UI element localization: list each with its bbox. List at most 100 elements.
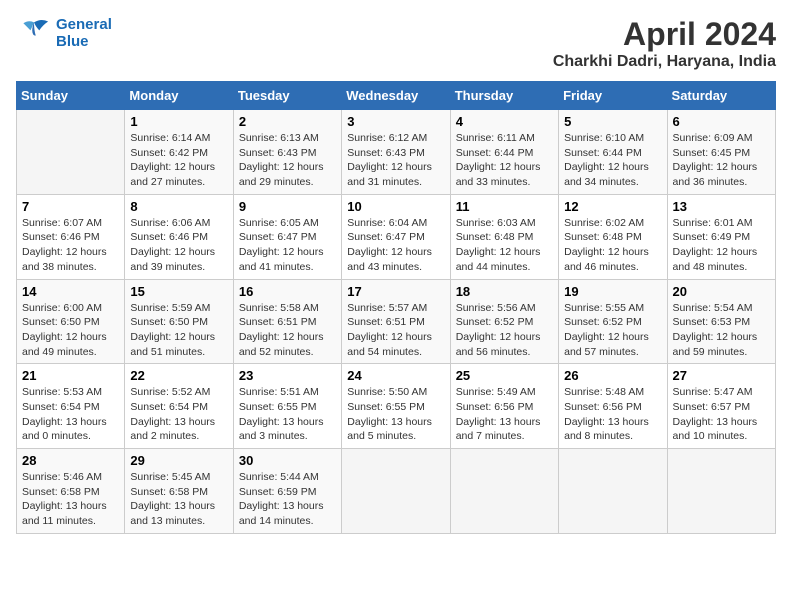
- day-cell: [450, 449, 558, 534]
- day-info: Sunrise: 5:55 AM Sunset: 6:52 PM Dayligh…: [564, 301, 661, 360]
- day-number: 6: [673, 114, 770, 129]
- day-info: Sunrise: 6:14 AM Sunset: 6:42 PM Dayligh…: [130, 131, 227, 190]
- day-cell: 26Sunrise: 5:48 AM Sunset: 6:56 PM Dayli…: [559, 364, 667, 449]
- day-cell: 5 Sunrise: 6:10 AM Sunset: 6:44 PM Daylig…: [559, 110, 667, 195]
- day-cell: 3Sunrise: 6:12 AM Sunset: 6:43 PM Daylig…: [342, 110, 450, 195]
- weekday-header-thursday: Thursday: [450, 82, 558, 110]
- day-cell: 9 Sunrise: 6:05 AM Sunset: 6:47 PM Daylig…: [233, 194, 341, 279]
- day-number: 20: [673, 284, 770, 299]
- day-cell: 8 Sunrise: 6:06 AM Sunset: 6:46 PM Daylig…: [125, 194, 233, 279]
- day-cell: 18 Sunrise: 5:56 AM Sunset: 6:52 PM Dayli…: [450, 279, 558, 364]
- weekday-header-monday: Monday: [125, 82, 233, 110]
- day-info: Sunrise: 6:10 AM Sunset: 6:44 PM Dayligh…: [564, 131, 661, 190]
- day-cell: 15 Sunrise: 5:59 AM Sunset: 6:50 PM Dayli…: [125, 279, 233, 364]
- day-number: 16: [239, 284, 336, 299]
- day-cell: 28 Sunrise: 5:46 AM Sunset: 6:58 PM Dayli…: [17, 449, 125, 534]
- day-info: Sunrise: 6:13 AM Sunset: 6:43 PM Dayligh…: [239, 131, 336, 190]
- day-cell: 1 Sunrise: 6:14 AM Sunset: 6:42 PM Daylig…: [125, 110, 233, 195]
- day-cell: 29 Sunrise: 5:45 AM Sunset: 6:58 PM Dayli…: [125, 449, 233, 534]
- week-row-1: 1 Sunrise: 6:14 AM Sunset: 6:42 PM Daylig…: [17, 110, 776, 195]
- day-number: 3: [347, 114, 444, 129]
- title-block: April 2024 Charkhi Dadri, Haryana, India: [553, 16, 776, 71]
- day-cell: 27 Sunrise: 5:47 AM Sunset: 6:57 PM Dayli…: [667, 364, 775, 449]
- day-cell: [17, 110, 125, 195]
- day-info: Sunrise: 6:09 AM Sunset: 6:45 PM Dayligh…: [673, 131, 770, 190]
- day-number: 13: [673, 199, 770, 214]
- day-number: 28: [22, 453, 119, 468]
- day-number: 23: [239, 368, 336, 383]
- day-number: 22: [130, 368, 227, 383]
- weekday-header-friday: Friday: [559, 82, 667, 110]
- weekday-header-saturday: Saturday: [667, 82, 775, 110]
- day-info: Sunrise: 5:59 AM Sunset: 6:50 PM Dayligh…: [130, 301, 227, 360]
- day-info: Sunrise: 5:54 AM Sunset: 6:53 PM Dayligh…: [673, 301, 770, 360]
- day-cell: 2 Sunrise: 6:13 AM Sunset: 6:43 PM Daylig…: [233, 110, 341, 195]
- day-info: Sunrise: 6:00 AM Sunset: 6:50 PM Dayligh…: [22, 301, 119, 360]
- day-info: Sunrise: 5:44 AM Sunset: 6:59 PM Dayligh…: [239, 470, 336, 529]
- day-number: 5: [564, 114, 661, 129]
- day-number: 12: [564, 199, 661, 214]
- day-number: 9: [239, 199, 336, 214]
- day-number: 19: [564, 284, 661, 299]
- day-info: Sunrise: 5:51 AM Sunset: 6:55 PM Dayligh…: [239, 385, 336, 444]
- day-info: Sunrise: 6:04 AM Sunset: 6:47 PM Dayligh…: [347, 216, 444, 275]
- day-cell: [342, 449, 450, 534]
- day-cell: 6 Sunrise: 6:09 AM Sunset: 6:45 PM Daylig…: [667, 110, 775, 195]
- week-row-4: 21Sunrise: 5:53 AM Sunset: 6:54 PM Dayli…: [17, 364, 776, 449]
- month-title: April 2024: [553, 16, 776, 53]
- day-number: 2: [239, 114, 336, 129]
- day-number: 11: [456, 199, 553, 214]
- day-info: Sunrise: 5:45 AM Sunset: 6:58 PM Dayligh…: [130, 470, 227, 529]
- logo-icon: [16, 18, 52, 48]
- location: Charkhi Dadri, Haryana, India: [553, 53, 776, 71]
- day-number: 15: [130, 284, 227, 299]
- day-number: 25: [456, 368, 553, 383]
- calendar-table: SundayMondayTuesdayWednesdayThursdayFrid…: [16, 81, 776, 534]
- day-cell: 11 Sunrise: 6:03 AM Sunset: 6:48 PM Dayli…: [450, 194, 558, 279]
- day-info: Sunrise: 5:49 AM Sunset: 6:56 PM Dayligh…: [456, 385, 553, 444]
- day-info: Sunrise: 6:02 AM Sunset: 6:48 PM Dayligh…: [564, 216, 661, 275]
- weekday-header-row: SundayMondayTuesdayWednesdayThursdayFrid…: [17, 82, 776, 110]
- day-info: Sunrise: 5:53 AM Sunset: 6:54 PM Dayligh…: [22, 385, 119, 444]
- day-cell: 21Sunrise: 5:53 AM Sunset: 6:54 PM Dayli…: [17, 364, 125, 449]
- day-cell: 24 Sunrise: 5:50 AM Sunset: 6:55 PM Dayli…: [342, 364, 450, 449]
- day-cell: [559, 449, 667, 534]
- day-info: Sunrise: 6:11 AM Sunset: 6:44 PM Dayligh…: [456, 131, 553, 190]
- day-info: Sunrise: 6:03 AM Sunset: 6:48 PM Dayligh…: [456, 216, 553, 275]
- day-number: 14: [22, 284, 119, 299]
- day-info: Sunrise: 6:01 AM Sunset: 6:49 PM Dayligh…: [673, 216, 770, 275]
- day-cell: 10Sunrise: 6:04 AM Sunset: 6:47 PM Dayli…: [342, 194, 450, 279]
- day-cell: 13 Sunrise: 6:01 AM Sunset: 6:49 PM Dayli…: [667, 194, 775, 279]
- day-number: 1: [130, 114, 227, 129]
- day-number: 18: [456, 284, 553, 299]
- day-number: 24: [347, 368, 444, 383]
- day-cell: 22 Sunrise: 5:52 AM Sunset: 6:54 PM Dayli…: [125, 364, 233, 449]
- day-info: Sunrise: 6:06 AM Sunset: 6:46 PM Dayligh…: [130, 216, 227, 275]
- week-row-5: 28 Sunrise: 5:46 AM Sunset: 6:58 PM Dayli…: [17, 449, 776, 534]
- day-cell: 30Sunrise: 5:44 AM Sunset: 6:59 PM Dayli…: [233, 449, 341, 534]
- day-cell: 4Sunrise: 6:11 AM Sunset: 6:44 PM Daylig…: [450, 110, 558, 195]
- day-cell: 20 Sunrise: 5:54 AM Sunset: 6:53 PM Dayli…: [667, 279, 775, 364]
- day-number: 8: [130, 199, 227, 214]
- day-number: 29: [130, 453, 227, 468]
- day-info: Sunrise: 6:07 AM Sunset: 6:46 PM Dayligh…: [22, 216, 119, 275]
- week-row-2: 7 Sunrise: 6:07 AM Sunset: 6:46 PM Daylig…: [17, 194, 776, 279]
- day-cell: 19 Sunrise: 5:55 AM Sunset: 6:52 PM Dayli…: [559, 279, 667, 364]
- weekday-header-sunday: Sunday: [17, 82, 125, 110]
- day-cell: 25 Sunrise: 5:49 AM Sunset: 6:56 PM Dayli…: [450, 364, 558, 449]
- day-info: Sunrise: 5:56 AM Sunset: 6:52 PM Dayligh…: [456, 301, 553, 360]
- day-cell: 17Sunrise: 5:57 AM Sunset: 6:51 PM Dayli…: [342, 279, 450, 364]
- day-info: Sunrise: 5:50 AM Sunset: 6:55 PM Dayligh…: [347, 385, 444, 444]
- day-info: Sunrise: 5:47 AM Sunset: 6:57 PM Dayligh…: [673, 385, 770, 444]
- day-number: 17: [347, 284, 444, 299]
- day-cell: 16Sunrise: 5:58 AM Sunset: 6:51 PM Dayli…: [233, 279, 341, 364]
- day-number: 27: [673, 368, 770, 383]
- day-number: 7: [22, 199, 119, 214]
- day-info: Sunrise: 5:46 AM Sunset: 6:58 PM Dayligh…: [22, 470, 119, 529]
- day-number: 26: [564, 368, 661, 383]
- week-row-3: 14 Sunrise: 6:00 AM Sunset: 6:50 PM Dayli…: [17, 279, 776, 364]
- logo: General Blue: [16, 16, 112, 50]
- day-info: Sunrise: 5:52 AM Sunset: 6:54 PM Dayligh…: [130, 385, 227, 444]
- day-cell: 23 Sunrise: 5:51 AM Sunset: 6:55 PM Dayli…: [233, 364, 341, 449]
- day-info: Sunrise: 6:05 AM Sunset: 6:47 PM Dayligh…: [239, 216, 336, 275]
